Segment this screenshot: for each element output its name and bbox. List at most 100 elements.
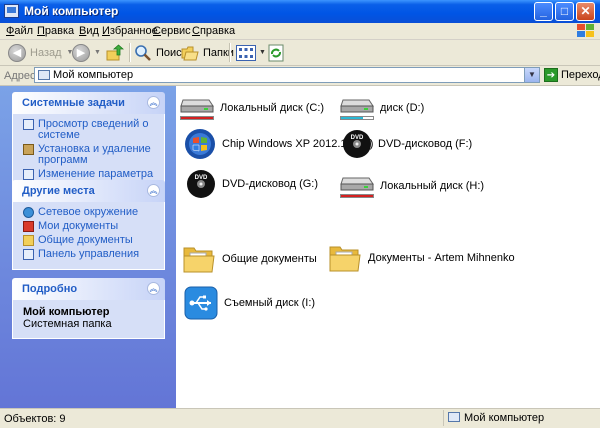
system-tasks-body: Просмотр сведений о системе Установка и … xyxy=(12,114,165,190)
add-remove-programs-icon xyxy=(23,144,34,155)
title-bar[interactable]: Мой компьютер _ □ ✕ xyxy=(0,0,600,23)
go-arrow-icon: ➔ xyxy=(544,68,558,82)
toolbar: ◀ Назад ▼ ▶ ▼ Поиск Папки ▼ xyxy=(0,40,600,66)
my-computer-icon xyxy=(38,70,50,80)
usb-drive-icon xyxy=(184,286,218,320)
other-places-header[interactable]: Другие места ︽ xyxy=(12,180,165,202)
address-value: Мой компьютер xyxy=(53,69,134,81)
control-panel-icon xyxy=(23,169,34,180)
system-tasks-title: Системные задачи xyxy=(22,97,125,109)
other-places-panel: Другие места ︽ Сетевое окружение Мои док… xyxy=(12,180,165,270)
status-bar: Объектов: 9 Мой компьютер xyxy=(0,408,600,428)
task-pane: Системные задачи ︽ Просмотр сведений о с… xyxy=(0,86,176,408)
item-label: Локальный диск (H:) xyxy=(380,180,485,192)
place-my-documents[interactable]: Мои документы xyxy=(23,221,158,232)
up-folder-icon xyxy=(106,43,124,60)
drive-c[interactable]: Локальный диск (C:) xyxy=(180,94,324,122)
cd-drive-icon xyxy=(185,129,215,159)
toolbar-separator xyxy=(229,43,231,62)
go-label: Переход xyxy=(561,69,600,81)
item-label: Локальный диск (C:) xyxy=(220,102,325,114)
details-panel: Подробно ︽ Мой компьютер Системная папка xyxy=(12,278,165,339)
details-header[interactable]: Подробно ︽ xyxy=(12,278,165,300)
window-title: Мой компьютер xyxy=(24,4,119,18)
drive-usage-bar xyxy=(341,117,364,119)
other-places-title: Другие места xyxy=(22,185,95,197)
details-body: Мой компьютер Системная папка xyxy=(12,300,165,339)
place-shared-documents[interactable]: Общие документы xyxy=(23,235,158,246)
system-info-icon xyxy=(23,119,34,130)
folders-button[interactable]: Папки xyxy=(181,42,234,63)
drive-g[interactable]: DVD DVD-дисковод (G:) xyxy=(186,168,318,200)
search-button[interactable]: Поиск xyxy=(134,42,186,63)
place-label: Сетевое окружение xyxy=(38,206,139,218)
system-tasks-panel: Системные задачи ︽ Просмотр сведений о с… xyxy=(12,92,165,190)
item-label: диск (D:) xyxy=(380,102,425,114)
back-button[interactable]: ◀ Назад ▼ xyxy=(8,42,73,63)
hard-drive-icon xyxy=(340,172,374,200)
sync-button[interactable] xyxy=(268,42,284,63)
address-input[interactable]: Мой компьютер ▼ xyxy=(34,67,540,83)
user-documents-folder[interactable]: Документы - Artem Mihnenko xyxy=(328,243,515,273)
address-bar: Адрес: Мой компьютер ▼ ➔ Переход xyxy=(0,66,600,86)
drive-h[interactable]: Локальный диск (H:) xyxy=(340,172,484,200)
forward-dropdown-icon[interactable]: ▼ xyxy=(94,49,101,56)
place-label: Мои документы xyxy=(38,220,119,232)
collapse-chevron-icon[interactable]: ︽ xyxy=(147,96,160,109)
item-label: Съемный диск (I:) xyxy=(224,297,316,309)
close-button[interactable]: ✕ xyxy=(576,2,595,21)
address-dropdown-icon[interactable]: ▼ xyxy=(524,68,539,82)
item-label: Документы - Artem Mihnenko xyxy=(368,252,515,264)
place-network[interactable]: Сетевое окружение xyxy=(23,207,158,218)
sync-icon xyxy=(268,44,284,61)
status-location: Мой компьютер xyxy=(443,410,598,426)
menu-view[interactable]: Вид xyxy=(79,25,99,37)
my-computer-icon xyxy=(4,4,19,18)
views-dropdown-icon[interactable]: ▼ xyxy=(259,49,266,56)
minimize-button[interactable]: _ xyxy=(534,2,553,21)
views-button[interactable]: ▼ xyxy=(236,42,266,63)
network-icon xyxy=(23,207,34,218)
task-label: Изменение параметра xyxy=(38,168,154,180)
task-view-system-info[interactable]: Просмотр сведений о системе xyxy=(23,119,158,141)
shared-documents-folder[interactable]: Общие документы xyxy=(182,244,317,274)
folders-icon xyxy=(181,46,199,60)
details-title: Подробно xyxy=(22,283,78,295)
dvd-drive-icon: DVD xyxy=(343,130,371,158)
details-description: Системная папка xyxy=(23,318,112,330)
collapse-chevron-icon[interactable]: ︽ xyxy=(147,282,160,295)
dvd-drive-icon: DVD xyxy=(187,170,215,198)
my-computer-icon xyxy=(448,412,460,422)
back-label: Назад xyxy=(30,46,62,59)
drive-usage-bar xyxy=(181,117,213,119)
back-arrow-icon: ◀ xyxy=(8,43,26,62)
place-label: Общие документы xyxy=(38,234,133,246)
menu-file[interactable]: Файл xyxy=(6,25,33,37)
system-tasks-header[interactable]: Системные задачи ︽ xyxy=(12,92,165,114)
drive-d[interactable]: диск (D:) xyxy=(340,94,424,122)
removable-drive-i[interactable]: Съемный диск (I:) xyxy=(184,286,315,320)
details-name: Мой компьютер xyxy=(23,306,110,318)
menu-tools[interactable]: Сервис xyxy=(153,25,191,37)
drive-f[interactable]: DVD DVD-дисковод (F:) xyxy=(342,128,472,160)
task-add-remove-programs[interactable]: Установка и удаление программ xyxy=(23,144,158,166)
item-label: DVD-дисковод (F:) xyxy=(378,138,473,150)
views-grid-icon xyxy=(236,44,256,61)
menu-favorites[interactable]: Избранное xyxy=(102,25,158,37)
status-location-label: Мой компьютер xyxy=(464,412,545,424)
folder-icon xyxy=(183,247,215,273)
menu-edit[interactable]: Правка xyxy=(37,25,74,37)
forward-button[interactable]: ▶ ▼ xyxy=(72,42,101,63)
hard-drive-icon xyxy=(340,94,374,122)
search-icon xyxy=(135,44,151,61)
task-change-setting[interactable]: Изменение параметра xyxy=(23,169,158,180)
place-label: Панель управления xyxy=(38,248,140,260)
collapse-chevron-icon[interactable]: ︽ xyxy=(147,184,160,197)
place-control-panel[interactable]: Панель управления xyxy=(23,249,158,260)
shared-folder-icon xyxy=(23,235,34,246)
go-button[interactable]: ➔ Переход xyxy=(544,67,600,83)
maximize-button[interactable]: □ xyxy=(555,2,574,21)
up-folder-button[interactable] xyxy=(106,42,124,63)
menu-help[interactable]: Справка xyxy=(192,25,235,37)
content-area: Локальный диск (C:) диск (D:) Chip Windo… xyxy=(176,86,600,408)
